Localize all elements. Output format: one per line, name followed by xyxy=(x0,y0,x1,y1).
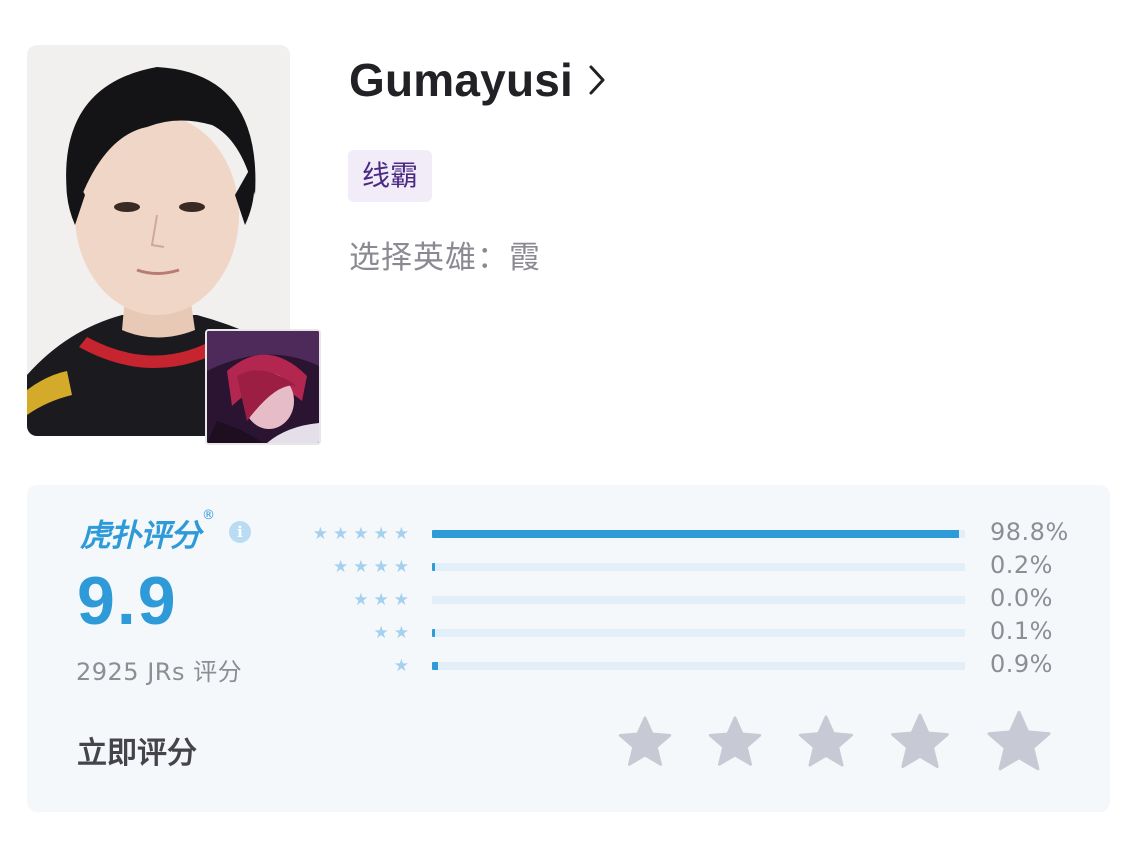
rate-star-3-icon[interactable] xyxy=(795,712,857,778)
rate-star-2-icon[interactable] xyxy=(705,713,765,777)
distribution-stars: ★ ★ ★ xyxy=(353,590,409,610)
distribution-stars: ★ ★ xyxy=(374,623,410,643)
star-icon: ★ xyxy=(312,524,328,544)
distribution-bar-track xyxy=(432,530,965,538)
distribution-row-2-star: ★ ★ 0.1% xyxy=(287,617,1087,645)
selected-hero-label: 选择英雄：霞 xyxy=(349,240,541,276)
star-icon: ★ xyxy=(353,557,369,577)
distribution-bar-fill xyxy=(432,563,436,571)
distribution-row-3-star: ★ ★ ★ 0.0% xyxy=(287,584,1087,612)
player-name: Gumayusi xyxy=(349,54,574,106)
star-icon: ★ xyxy=(393,524,409,544)
star-icon: ★ xyxy=(353,524,369,544)
player-tag-badge: 线霸 xyxy=(348,150,433,202)
star-icon: ★ xyxy=(393,557,409,577)
player-name-link[interactable]: Gumayusi xyxy=(349,52,607,108)
rating-brand: 虎扑评分 ® i xyxy=(80,508,251,555)
distribution-stars: ★ ★ ★ ★ xyxy=(333,557,409,577)
rate-star-4-icon[interactable] xyxy=(887,710,953,780)
distribution-bar-track xyxy=(432,563,965,571)
brand-logo: 虎扑评分 xyxy=(80,518,201,554)
distribution-percent: 98.8% xyxy=(990,518,1069,546)
rating-score: 9.9 xyxy=(77,563,178,639)
star-icon: ★ xyxy=(333,524,349,544)
star-icon: ★ xyxy=(353,590,369,610)
distribution-row-5-star: ★ ★ ★ ★ ★ 98.8% xyxy=(287,518,1087,546)
star-icon: ★ xyxy=(373,623,389,643)
hero-portrait xyxy=(205,329,321,445)
star-icon: ★ xyxy=(333,557,349,577)
distribution-stars: ★ xyxy=(394,656,409,676)
distribution-bar-fill xyxy=(432,530,959,538)
star-icon: ★ xyxy=(393,656,409,676)
star-icon: ★ xyxy=(373,557,389,577)
rating-card: 虎扑评分 ® i 9.9 2925 JRs 评分 ★ ★ ★ ★ ★ 98.8% ★ ★ ★ ★ 0… xyxy=(27,485,1110,812)
distribution-row-1-star: ★ 0.9% xyxy=(287,650,1087,678)
star-icon: ★ xyxy=(393,623,409,643)
distribution-percent: 0.0% xyxy=(990,584,1053,612)
distribution-bar-fill xyxy=(432,629,436,637)
distribution-percent: 0.2% xyxy=(990,551,1053,579)
rate-star-1-icon[interactable] xyxy=(615,713,675,777)
distribution-bar-track xyxy=(432,629,965,637)
rate-stars[interactable] xyxy=(615,707,1055,783)
distribution-bar-track xyxy=(432,596,965,604)
info-icon[interactable]: i xyxy=(229,521,251,543)
distribution-bar-track xyxy=(432,662,965,670)
distribution-bar-fill xyxy=(432,662,438,670)
chevron-right-icon xyxy=(587,64,607,100)
star-icon: ★ xyxy=(373,524,389,544)
rate-now-label: 立即评分 xyxy=(77,736,197,771)
star-icon: ★ xyxy=(393,590,409,610)
distribution-row-4-star: ★ ★ ★ ★ 0.2% xyxy=(287,551,1087,579)
rate-star-5-icon[interactable] xyxy=(983,707,1055,783)
registered-mark: ® xyxy=(202,508,215,523)
distribution-percent: 0.1% xyxy=(990,617,1053,645)
distribution-stars: ★ ★ ★ ★ ★ xyxy=(313,524,409,544)
star-icon: ★ xyxy=(373,590,389,610)
rating-count: 2925 JRs 评分 xyxy=(76,658,243,686)
distribution-percent: 0.9% xyxy=(990,650,1053,678)
